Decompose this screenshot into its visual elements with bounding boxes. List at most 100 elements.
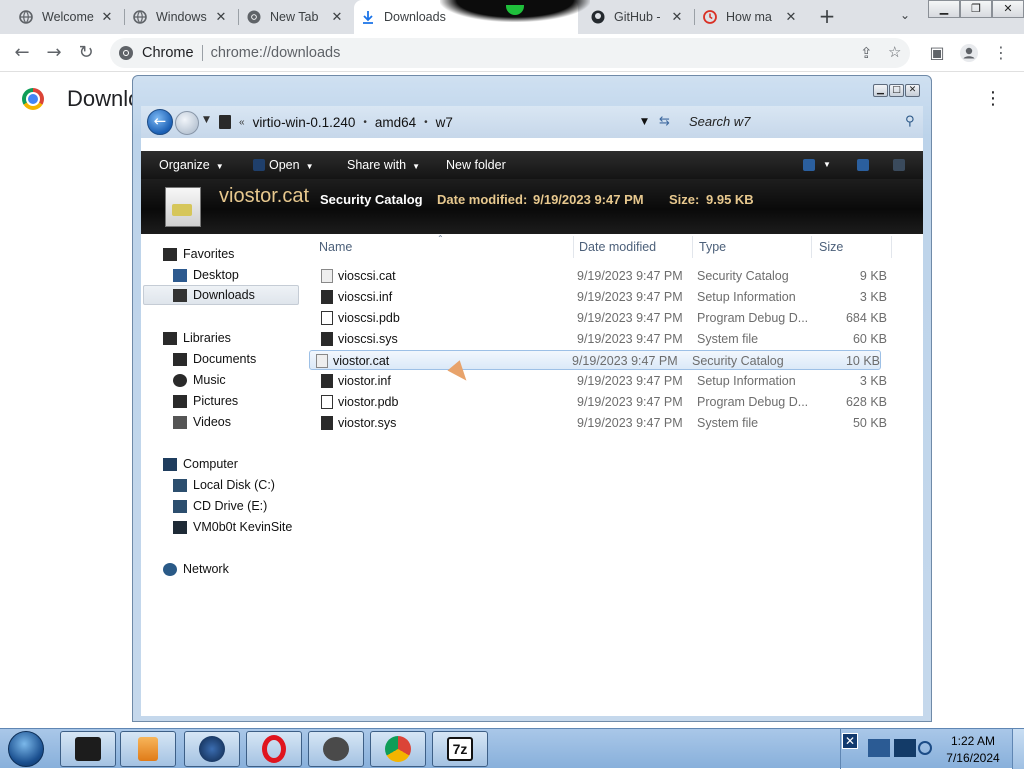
nav-label: Pictures — [193, 394, 239, 408]
show-desktop-button[interactable] — [1012, 729, 1024, 769]
page-menu-icon[interactable]: ⋮ — [984, 88, 1002, 109]
column-header-date[interactable]: Date modified — [579, 240, 656, 254]
column-divider[interactable] — [811, 236, 812, 258]
tray-network-icon[interactable] — [894, 739, 916, 757]
reload-icon[interactable]: ↻ — [74, 41, 98, 65]
nav-documents[interactable]: Documents — [173, 349, 256, 369]
share-icon[interactable]: ⇪ — [860, 44, 873, 62]
tray-close-icon[interactable]: ✕ — [842, 733, 858, 749]
taskbar-explorer[interactable] — [60, 731, 116, 767]
restore-icon[interactable]: ❐ — [960, 0, 992, 18]
close-icon[interactable]: ✕ — [328, 10, 346, 25]
breadcrumb-item[interactable]: amd64 — [375, 115, 416, 130]
nav-computer[interactable]: Computer — [163, 454, 238, 474]
overflow-chevron-icon[interactable]: « — [239, 117, 245, 128]
preview-pane-icon[interactable] — [857, 159, 869, 171]
nav-videos[interactable]: Videos — [173, 412, 231, 432]
table-row[interactable]: vioscsi.cat 9/19/2023 9:47 PM Security C… — [315, 266, 887, 286]
explorer-search-input[interactable]: Search w7 — [689, 110, 921, 134]
nav-desktop[interactable]: Desktop — [173, 265, 239, 285]
catalog-file-icon — [316, 354, 328, 368]
nav-local-disk[interactable]: Local Disk (C:) — [173, 475, 275, 495]
tab-welcome[interactable]: Welcome ✕ — [12, 0, 122, 34]
open-button[interactable]: Open ▼ — [269, 158, 314, 172]
table-row[interactable]: viostor.pdb 9/19/2023 9:47 PM Program De… — [315, 392, 887, 412]
breadcrumb-separator-icon[interactable]: • — [363, 117, 367, 128]
pictures-icon — [173, 394, 187, 408]
column-divider[interactable] — [891, 236, 892, 258]
close-icon[interactable]: ✕ — [905, 84, 920, 97]
minimize-icon[interactable]: ▁ — [873, 84, 888, 97]
column-header-size[interactable]: Size — [819, 240, 843, 254]
table-row[interactable]: vioscsi.pdb 9/19/2023 9:47 PM Program De… — [315, 308, 887, 328]
back-arrow-icon[interactable]: ← — [147, 109, 173, 135]
chrome-icon — [118, 45, 134, 61]
view-options-icon[interactable] — [803, 159, 815, 171]
nav-vm-share[interactable]: VM0b0t KevinSite — [173, 517, 292, 537]
tray-volume-icon[interactable] — [918, 741, 932, 755]
nav-downloads[interactable]: Downloads — [143, 285, 299, 305]
nav-network[interactable]: Network — [163, 559, 229, 579]
tray-monitor-icon[interactable] — [868, 739, 890, 757]
breadcrumb-separator-icon[interactable]: • — [424, 117, 428, 128]
bookmark-star-icon[interactable]: ☆ — [888, 43, 901, 61]
column-header-name[interactable]: Name — [319, 240, 352, 254]
breadcrumb-item[interactable]: w7 — [436, 115, 453, 130]
tab-new-tab[interactable]: New Tab ✕ — [240, 0, 352, 34]
close-icon[interactable]: ✕ — [212, 10, 230, 25]
nav-pictures[interactable]: Pictures — [173, 391, 238, 411]
sort-ascending-icon: ⌃ — [437, 234, 444, 243]
nav-libraries[interactable]: Libraries — [163, 328, 231, 348]
minimize-icon[interactable]: ▁ — [928, 0, 960, 18]
table-row[interactable]: vioscsi.sys 9/19/2023 9:47 PM System fil… — [315, 329, 887, 349]
back-arrow-icon[interactable]: ← — [10, 41, 34, 65]
clock-date[interactable]: 7/16/2024 — [938, 751, 1008, 765]
address-dropdown-icon[interactable]: ▼ — [641, 117, 648, 127]
table-row[interactable]: viostor.sys 9/19/2023 9:47 PM System fil… — [315, 413, 887, 433]
nav-cd-drive[interactable]: CD Drive (E:) — [173, 496, 267, 516]
organize-button[interactable]: Organize ▼ — [159, 158, 224, 172]
nav-music[interactable]: Music — [173, 370, 226, 390]
taskbar-media-player[interactable] — [120, 731, 176, 767]
nav-favorites[interactable]: Favorites — [163, 244, 234, 264]
forward-arrow-icon[interactable]: → — [42, 41, 66, 65]
table-row[interactable]: viostor.inf 9/19/2023 9:47 PM Setup Info… — [315, 371, 887, 391]
close-icon[interactable]: ✕ — [782, 10, 800, 25]
new-tab-button[interactable]: + — [816, 6, 838, 28]
tab-windows[interactable]: Windows ✕ — [126, 0, 236, 34]
side-panel-icon[interactable]: ▣ — [926, 43, 948, 62]
maximize-icon[interactable]: □ — [889, 84, 904, 97]
view-dropdown-icon[interactable]: ▼ — [823, 160, 831, 169]
taskbar-gas-mask-app[interactable] — [308, 731, 364, 767]
breadcrumb-item[interactable]: virtio-win-0.1.240 — [253, 115, 356, 130]
taskbar-browser[interactable] — [184, 731, 240, 767]
search-icon[interactable]: ⚲ — [905, 114, 915, 129]
taskbar-7zip[interactable]: 7z — [432, 731, 488, 767]
column-divider[interactable] — [692, 236, 693, 258]
recent-pages-dropdown-icon[interactable]: ▼ — [203, 115, 210, 125]
tab-how-many[interactable]: How ma ✕ — [696, 0, 806, 34]
chrome-menu-icon[interactable]: ⋮ — [990, 43, 1012, 62]
taskbar-opera[interactable] — [246, 731, 302, 767]
table-row[interactable]: vioscsi.inf 9/19/2023 9:47 PM Setup Info… — [315, 287, 887, 307]
tab-search-chevron-icon[interactable]: ⌄ — [896, 8, 914, 26]
explorer-address-bar[interactable]: « virtio-win-0.1.240 • amd64 • w7 — [219, 110, 689, 134]
table-row-selected[interactable]: viostor.cat 9/19/2023 9:47 PM Security C… — [309, 350, 881, 370]
close-window-icon[interactable]: ✕ — [992, 0, 1024, 18]
close-icon[interactable]: ✕ — [98, 10, 116, 25]
refresh-icon[interactable]: ⇆ — [659, 114, 670, 129]
clock-time[interactable]: 1:22 AM — [938, 734, 1008, 748]
share-with-button[interactable]: Share with ▼ — [347, 158, 420, 172]
taskbar-chrome[interactable] — [370, 731, 426, 767]
close-icon[interactable]: ✕ — [668, 10, 686, 25]
forward-arrow-icon[interactable] — [175, 111, 199, 135]
window-controls: ▁ ❐ ✕ — [928, 0, 1024, 18]
help-icon[interactable] — [893, 159, 905, 171]
column-divider[interactable] — [573, 236, 574, 258]
column-header-type[interactable]: Type — [699, 240, 726, 254]
tab-github[interactable]: GitHub - ✕ — [584, 0, 692, 34]
start-button[interactable] — [8, 731, 44, 767]
new-folder-button[interactable]: New folder — [446, 158, 506, 172]
profile-avatar-icon[interactable] — [958, 43, 980, 67]
address-bar[interactable]: Chrome chrome://downloads ⇪ ☆ — [110, 38, 910, 68]
